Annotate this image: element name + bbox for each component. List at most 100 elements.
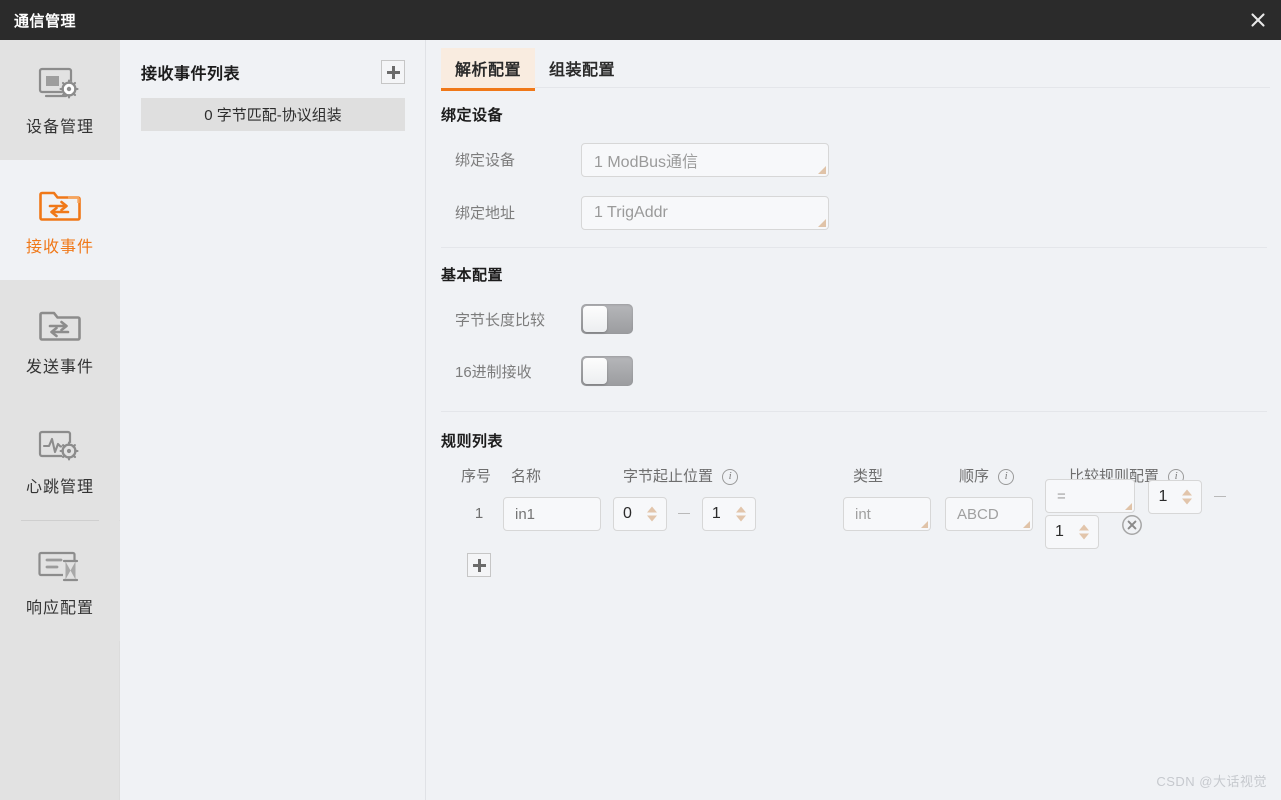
plus-icon [386,65,400,79]
dropdown-corner-icon [818,165,826,174]
sidebar-item-label: 接收事件 [25,239,94,256]
stepper-up-icon[interactable] [1079,524,1089,531]
byte-end-value: 1 [711,505,721,522]
hex-receive-row: 16进制接收 [441,345,1267,397]
add-rule-button[interactable] [467,553,491,577]
col-header-index: 序号 [461,467,492,485]
stepper-down-icon[interactable] [1079,533,1089,540]
byte-start-stepper[interactable]: 0 [613,497,667,531]
close-window-button[interactable] [1235,0,1281,40]
compare-from-value: 1 [1158,487,1168,505]
stepper-down-icon[interactable] [735,515,746,522]
table-row: 1 0 1 [441,479,1267,549]
compare-from-stepper[interactable]: 1 [1148,479,1203,514]
info-icon[interactable]: i [998,468,1015,485]
folder-receive-arrow-icon [38,183,82,227]
basic-config-title: 基本配置 [441,267,504,284]
bind-device-row: 绑定设备 1 ModBus通信 [441,133,1267,186]
watermark: CSDN @大话视觉 [1156,774,1267,789]
byte-length-compare-toggle[interactable] [581,304,633,334]
rule-name-input[interactable] [503,497,601,531]
delete-circle-x-icon [1122,514,1143,535]
rule-order-value: ABCD [957,505,999,523]
sidebar-item-response-config[interactable]: 响应配置 [0,521,120,641]
event-list: 0 字节匹配-协议组装 [121,98,425,131]
byte-length-compare-label: 字节长度比较 [455,311,546,329]
receive-event-list-panel: 接收事件列表 0 字节匹配-协议组装 [121,40,426,800]
toggle-knob [583,306,607,332]
app-window: 通信管理 设备管理 接收事件 发送事件 心跳管理 响应配置 接收事件列表 0 字… [0,0,1281,800]
sidebar-item-device-management[interactable]: 设备管理 [0,40,120,160]
col-header-name: 名称 [511,467,542,485]
compare-operator-select[interactable]: = [1045,479,1135,514]
col-header-type: 类型 [853,467,884,485]
dropdown-corner-icon [1023,521,1030,528]
rule-type-cell: int [843,497,945,531]
dropdown-corner-icon [818,218,826,227]
rules-title: 规则列表 [441,433,504,450]
bind-address-select[interactable]: 1 TrigAddr [581,195,829,230]
sidebar-item-heartbeat-management[interactable]: 心跳管理 [0,400,120,520]
info-icon[interactable]: i [722,468,739,485]
hex-receive-label: 16进制接收 [455,363,532,381]
toggle-knob [583,358,607,384]
dropdown-corner-icon [921,521,928,528]
compare-to-value: 1 [1055,522,1064,540]
rule-index-value: 1 [474,505,484,522]
range-dash [678,513,691,515]
compare-to-stepper[interactable]: 1 [1045,514,1099,549]
compare-operator-value: = [1057,487,1066,505]
bind-device-select[interactable]: 1 ModBus通信 [581,142,829,177]
stepper-arrows[interactable] [735,506,746,522]
rule-name-cell [503,497,613,531]
range-dash [1213,496,1226,498]
tab-assemble-config[interactable]: 组装配置 [535,48,629,88]
col-header-order-text: 顺序 [959,467,990,485]
stepper-arrows[interactable] [647,506,657,522]
monitor-gear-icon [37,63,83,107]
rule-order-cell: ABCD [945,497,1045,531]
sidebar-item-label: 发送事件 [25,359,94,376]
add-receive-event-button[interactable] [381,60,405,84]
hex-receive-toggle[interactable] [581,356,633,386]
stepper-up-icon[interactable] [735,506,746,513]
stepper-up-icon[interactable] [647,506,657,513]
sidebar-item-receive-events[interactable]: 接收事件 [0,160,120,280]
stepper-arrows[interactable] [1182,489,1193,505]
rules-section: 规则列表 序号 名称 字节起止位置 i 类型 顺序 i 比较规则配置 i 1 i… [427,430,1281,577]
bind-address-label: 绑定地址 [455,205,516,222]
byte-length-compare-row: 字节长度比较 [441,293,1267,345]
tab-parse-config[interactable]: 解析配置 [441,48,536,91]
col-header-byte-range: 字节起止位置 i [613,465,843,486]
rule-order-select[interactable]: ABCD [945,497,1033,531]
rule-type-select[interactable]: int [843,497,931,531]
sidebar-item-label: 设备管理 [25,119,94,136]
rule-type-value: int [855,505,871,523]
list-item[interactable]: 0 字节匹配-协议组装 [141,98,405,131]
rule-byte-range-cell: 0 1 [613,497,843,531]
bind-device-value: 1 ModBus通信 [594,153,699,171]
bind-address-value: 1 TrigAddr [594,203,668,221]
rule-index: 1 [455,505,503,523]
stepper-down-icon[interactable] [1182,498,1193,505]
stepper-arrows[interactable] [1079,524,1089,540]
tab-bar: 解析配置 组装配置 [427,40,1281,91]
byte-end-stepper[interactable]: 1 [701,497,756,531]
heartbeat-gear-icon [37,423,83,467]
sidebar-item-send-events[interactable]: 发送事件 [0,280,120,400]
rule-compare-cell: = 1 1 [1045,479,1267,549]
sidebar: 设备管理 接收事件 发送事件 心跳管理 响应配置 [0,40,120,800]
sidebar-item-label: 心跳管理 [25,479,94,496]
col-header-order: 顺序 i [945,465,1045,486]
stepper-down-icon[interactable] [647,515,657,522]
plus-icon [472,558,486,572]
list-panel-title: 接收事件列表 [141,66,241,83]
stepper-up-icon[interactable] [1182,489,1193,496]
bind-device-title: 绑定设备 [441,107,504,124]
delete-rule-button[interactable] [1121,514,1143,540]
bind-address-row: 绑定地址 1 TrigAddr [441,186,1267,239]
window-title: 通信管理 [14,12,77,30]
main-content: 解析配置 组装配置 绑定设备 绑定设备 1 ModBus通信 绑定地址 1 Tr… [427,40,1281,800]
section-divider [441,247,1267,248]
bind-device-label: 绑定设备 [455,152,516,169]
